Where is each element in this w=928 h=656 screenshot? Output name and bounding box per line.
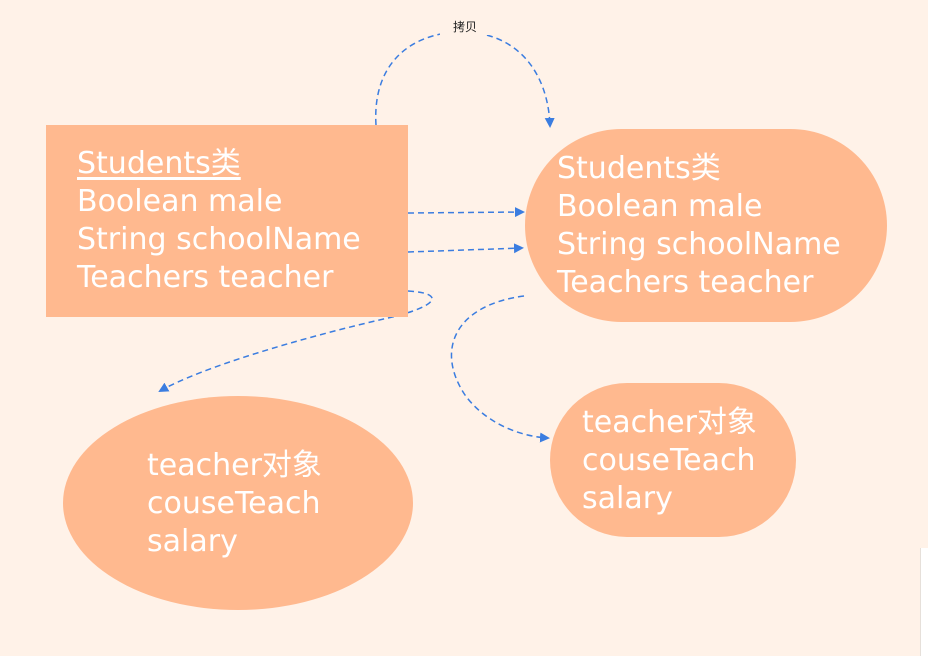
copied-class-field-male: Boolean male (557, 189, 763, 224)
copied-students-class: Students类 Boolean male String schoolName… (525, 129, 887, 322)
copy-label: 拷贝 (440, 19, 490, 35)
window-edge-panel (920, 548, 928, 656)
source-class-field-schoolname: String schoolName (77, 222, 361, 257)
copy-field-arrow-1 (407, 207, 525, 218)
copied-teacher-object: teacher对象 couseTeach salary (550, 383, 796, 537)
source-teacher-field-salary: salary (147, 524, 238, 559)
copied-teacher-field-salary: salary (582, 481, 673, 516)
copied-teacher-field-couseteach: couseTeach (582, 443, 756, 478)
source-teacher-object: teacher对象 couseTeach salary (63, 396, 413, 610)
source-class-title: Students类 (77, 146, 241, 181)
source-class-field-male: Boolean male (77, 184, 283, 219)
copied-class-field-schoolname: String schoolName (557, 227, 841, 262)
copied-teacher-title: teacher对象 (582, 405, 757, 440)
copied-class-title: Students类 (557, 151, 721, 186)
source-teacher-title: teacher对象 (147, 448, 322, 483)
copied-class-field-teacher: Teachers teacher (557, 265, 814, 300)
source-class-field-teacher: Teachers teacher (77, 260, 334, 295)
copy-arrow (375, 31, 555, 128)
source-teacher-field-couseteach: couseTeach (147, 486, 321, 521)
source-students-class: Students类 Boolean male String schoolName… (46, 125, 408, 317)
copy-field-arrow-2 (407, 243, 524, 254)
copied-reference-arrow (450, 295, 550, 443)
